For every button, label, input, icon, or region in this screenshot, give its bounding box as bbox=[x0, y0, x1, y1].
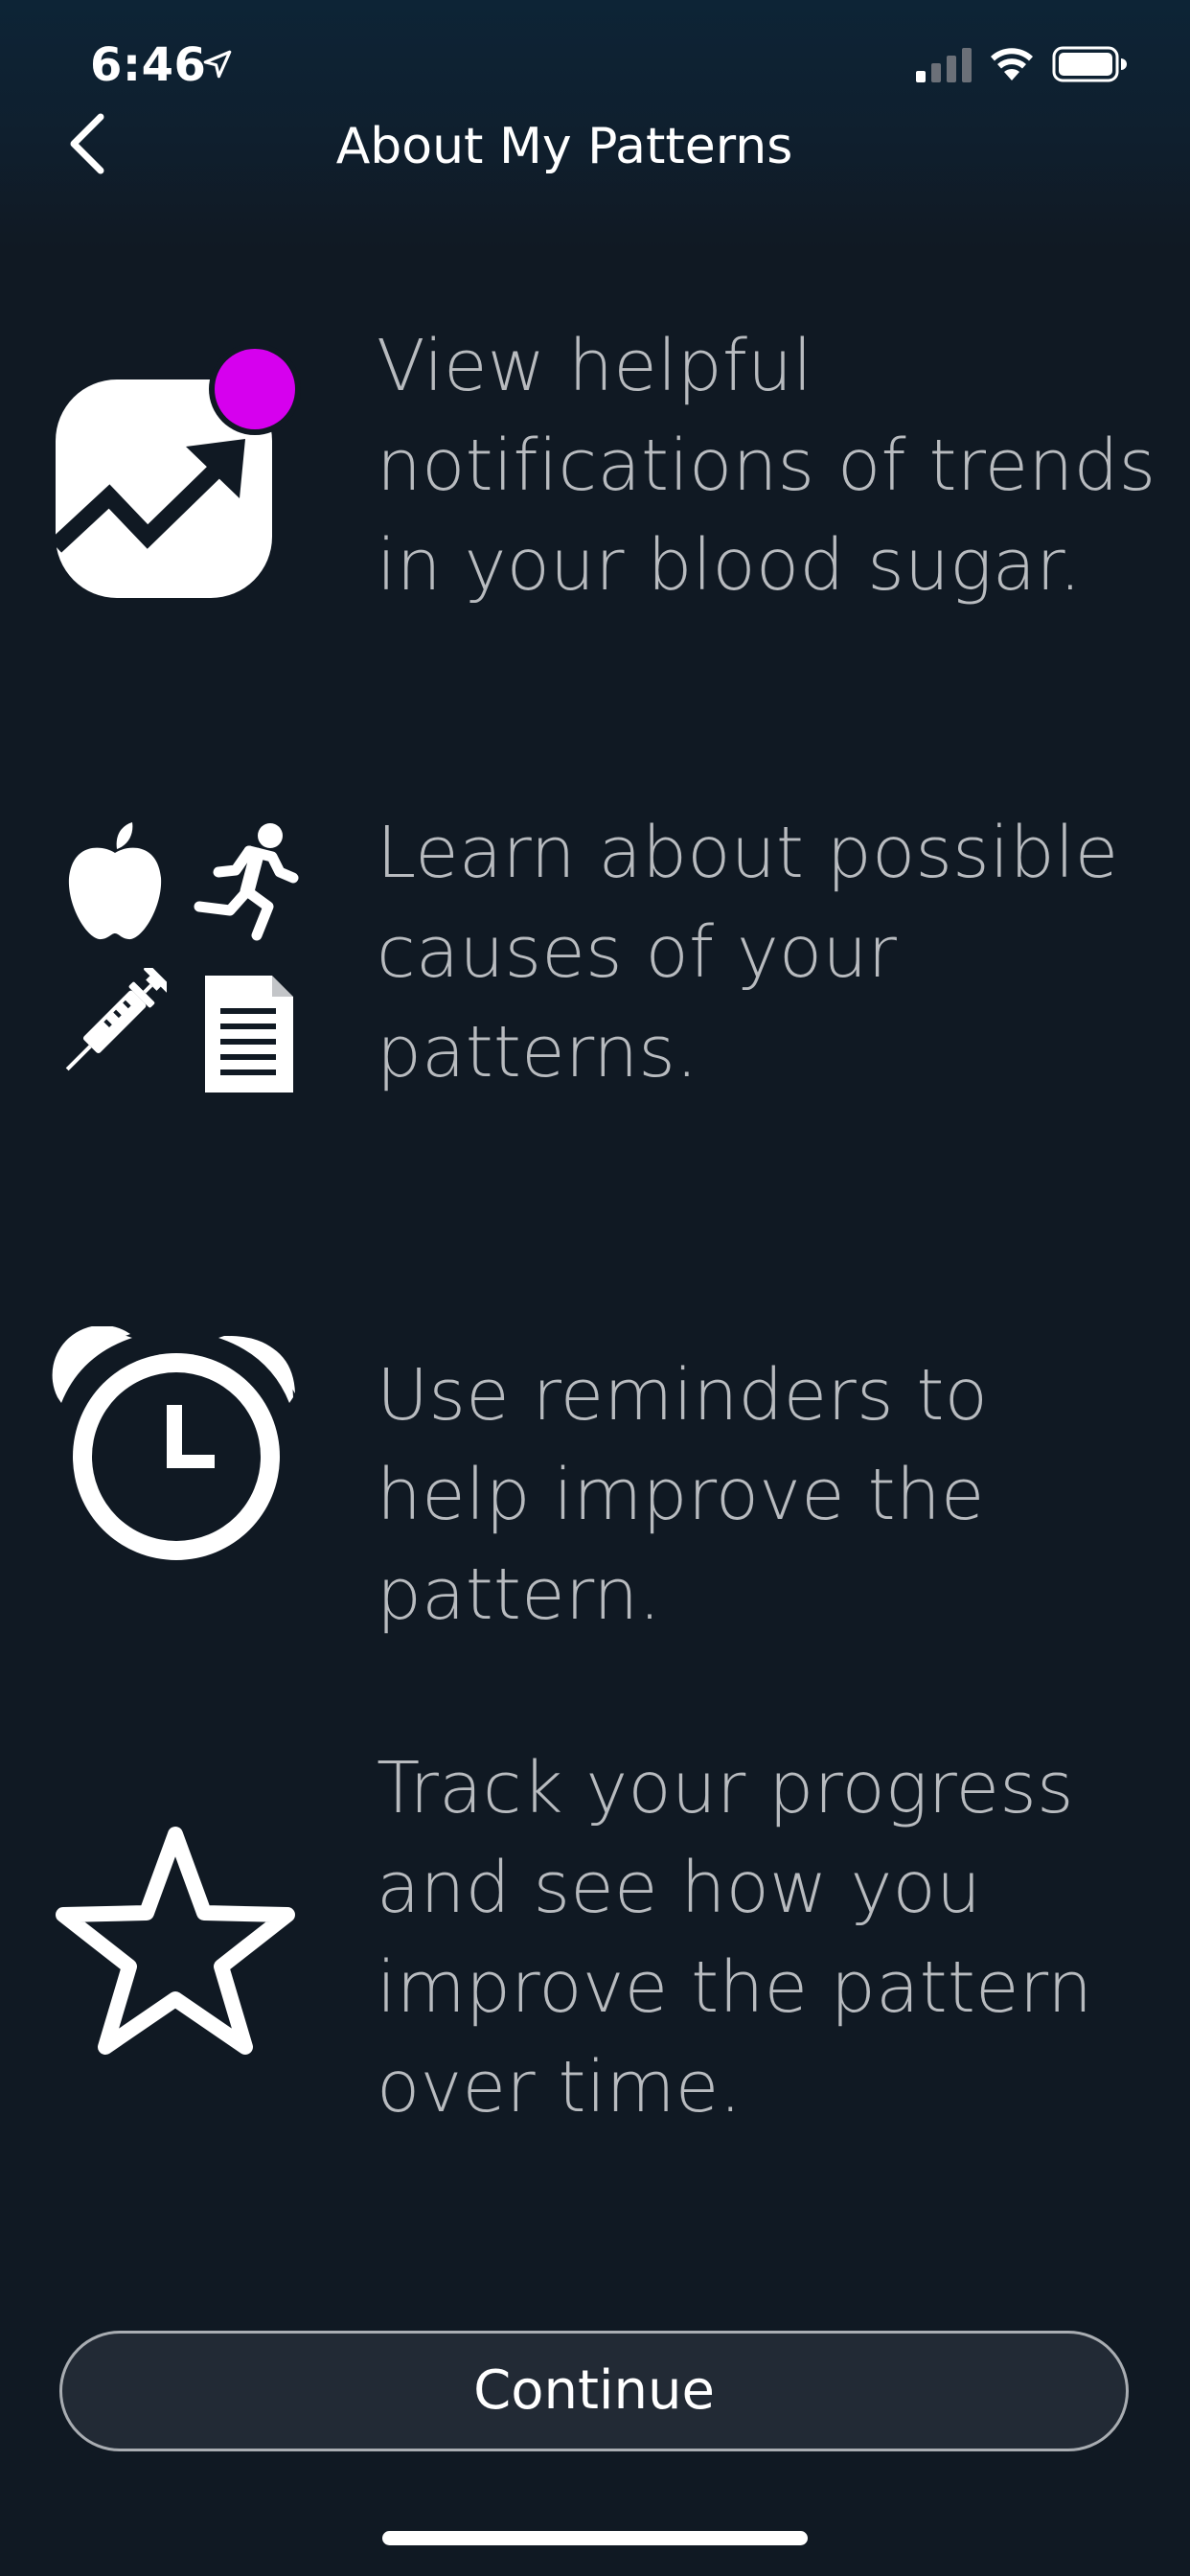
cellular-signal-icon bbox=[916, 48, 972, 82]
trend-notification-icon bbox=[52, 345, 301, 598]
wifi-icon bbox=[991, 48, 1033, 80]
status-time: 6:46 bbox=[90, 38, 207, 92]
apple-icon bbox=[68, 822, 162, 940]
star-icon bbox=[56, 1827, 295, 2055]
location-arrow-icon bbox=[203, 50, 232, 79]
page-title: About My Patterns bbox=[335, 118, 793, 175]
syringe-icon bbox=[65, 968, 167, 1071]
alarm-clock-icon bbox=[52, 1326, 295, 1560]
feature-text-reminders: Use reminders to help improve the patter… bbox=[377, 1354, 989, 1636]
battery-icon bbox=[1052, 46, 1127, 82]
causes-icon-group bbox=[52, 822, 301, 1092]
feature-text-notifications: View helpful notifications of trends in … bbox=[377, 325, 1156, 607]
document-icon bbox=[205, 976, 293, 1092]
running-person-icon bbox=[194, 823, 299, 941]
feature-text-causes: Learn about possible causes of your patt… bbox=[377, 812, 1119, 1093]
home-indicator[interactable] bbox=[382, 2531, 808, 2545]
about-my-patterns-screen: 6:46 About My Patterns View helpful noti… bbox=[0, 0, 1190, 2576]
feature-text-progress: Track your progress and see how you impr… bbox=[377, 1747, 1093, 2128]
continue-button[interactable]: Continue bbox=[59, 2331, 1129, 2451]
